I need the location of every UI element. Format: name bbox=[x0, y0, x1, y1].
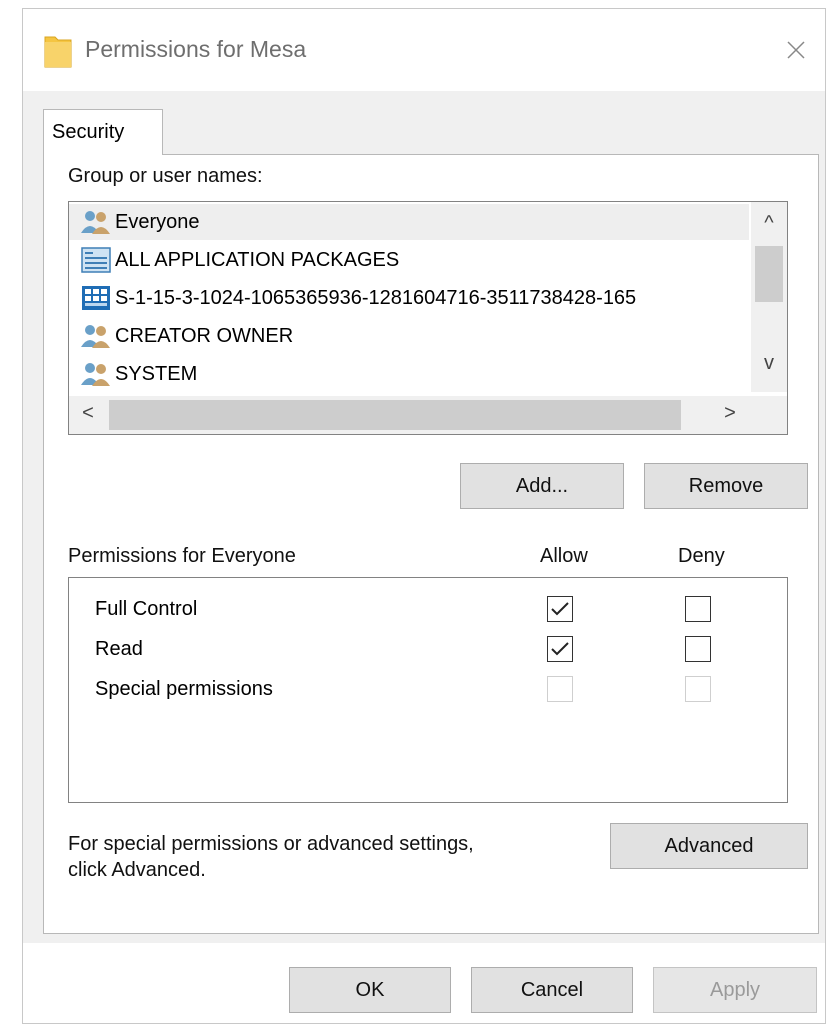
user-list-item-creator-owner[interactable]: CREATOR OWNER bbox=[69, 318, 749, 354]
user-name: ALL APPLICATION PACKAGES bbox=[115, 248, 400, 271]
checkmark-icon bbox=[551, 642, 569, 656]
users-group-icon bbox=[79, 320, 113, 352]
users-group-icon bbox=[79, 358, 113, 390]
title-bar: Permissions for Mesa bbox=[23, 9, 825, 91]
advanced-button[interactable]: Advanced bbox=[610, 823, 808, 869]
permissions-heading: Permissions for Everyone bbox=[68, 545, 296, 567]
user-list-item-system[interactable]: SYSTEM bbox=[69, 356, 749, 392]
folder-icon bbox=[43, 33, 73, 69]
ok-button[interactable]: OK bbox=[289, 967, 451, 1013]
scroll-down-arrow[interactable]: v bbox=[751, 352, 787, 375]
scroll-left-arrow[interactable]: < bbox=[73, 402, 103, 425]
user-list[interactable]: Everyone ALL APPLICATION PACKAGES S-1-15… bbox=[68, 201, 788, 435]
close-button[interactable] bbox=[773, 27, 819, 73]
security-tab-panel: Group or user names: Everyone ALL APPLIC… bbox=[43, 154, 819, 934]
scrollbar-corner bbox=[751, 396, 787, 434]
vertical-scroll-thumb[interactable] bbox=[755, 246, 783, 302]
remove-button[interactable]: Remove bbox=[644, 463, 808, 509]
horizontal-scrollbar[interactable]: < > bbox=[69, 396, 751, 434]
user-list-item-all-application-packages[interactable]: ALL APPLICATION PACKAGES bbox=[69, 242, 749, 278]
permissions-list: Full Control Read Special permissions bbox=[68, 577, 788, 803]
permission-row-special-permissions: Special permissions bbox=[69, 670, 769, 710]
advanced-hint-line-1: For special permissions or advanced sett… bbox=[68, 833, 474, 855]
permission-row-read: Read bbox=[69, 630, 769, 670]
advanced-hint-text: For special permissions or advanced sett… bbox=[68, 831, 474, 883]
app-packages-icon bbox=[79, 244, 113, 276]
window-title: Permissions for Mesa bbox=[85, 36, 307, 62]
vertical-scrollbar[interactable]: ^ v bbox=[751, 202, 787, 392]
user-list-item-everyone[interactable]: Everyone bbox=[69, 204, 749, 240]
close-icon bbox=[787, 41, 805, 59]
full-control-deny-checkbox[interactable] bbox=[685, 596, 711, 622]
tab-security[interactable]: Security bbox=[43, 109, 163, 155]
advanced-hint-line-2: click Advanced. bbox=[68, 859, 206, 881]
dialog-client-area: Security Group or user names: Everyone A… bbox=[23, 91, 825, 943]
special-permissions-allow-checkbox bbox=[547, 676, 573, 702]
user-name: Everyone bbox=[115, 210, 200, 233]
deny-column-header: Deny bbox=[678, 545, 725, 567]
permission-name: Full Control bbox=[95, 598, 198, 620]
capability-sid-icon bbox=[79, 282, 113, 314]
permission-name: Special permissions bbox=[95, 678, 273, 700]
user-name: CREATOR OWNER bbox=[115, 324, 294, 347]
permissions-dialog: Permissions for Mesa Security Group or u… bbox=[22, 8, 826, 1024]
horizontal-scroll-thumb[interactable] bbox=[109, 400, 681, 430]
cancel-button[interactable]: Cancel bbox=[471, 967, 633, 1013]
user-name: SYSTEM bbox=[115, 362, 198, 385]
permission-name: Read bbox=[95, 638, 143, 660]
add-button[interactable]: Add... bbox=[460, 463, 624, 509]
special-permissions-deny-checkbox bbox=[685, 676, 711, 702]
user-list-item-capability-sid[interactable]: S-1-15-3-1024-1065365936-1281604716-3511… bbox=[69, 280, 749, 316]
users-group-icon bbox=[79, 206, 113, 238]
user-name: S-1-15-3-1024-1065365936-1281604716-3511… bbox=[115, 286, 637, 309]
scroll-right-arrow[interactable]: > bbox=[715, 402, 745, 425]
group-or-user-names-label: Group or user names: bbox=[68, 165, 263, 187]
read-allow-checkbox[interactable] bbox=[547, 636, 573, 662]
permission-row-full-control: Full Control bbox=[69, 590, 769, 630]
read-deny-checkbox[interactable] bbox=[685, 636, 711, 662]
allow-column-header: Allow bbox=[540, 545, 588, 567]
scroll-up-arrow[interactable]: ^ bbox=[751, 212, 787, 235]
full-control-allow-checkbox[interactable] bbox=[547, 596, 573, 622]
checkmark-icon bbox=[551, 602, 569, 616]
apply-button: Apply bbox=[653, 967, 817, 1013]
